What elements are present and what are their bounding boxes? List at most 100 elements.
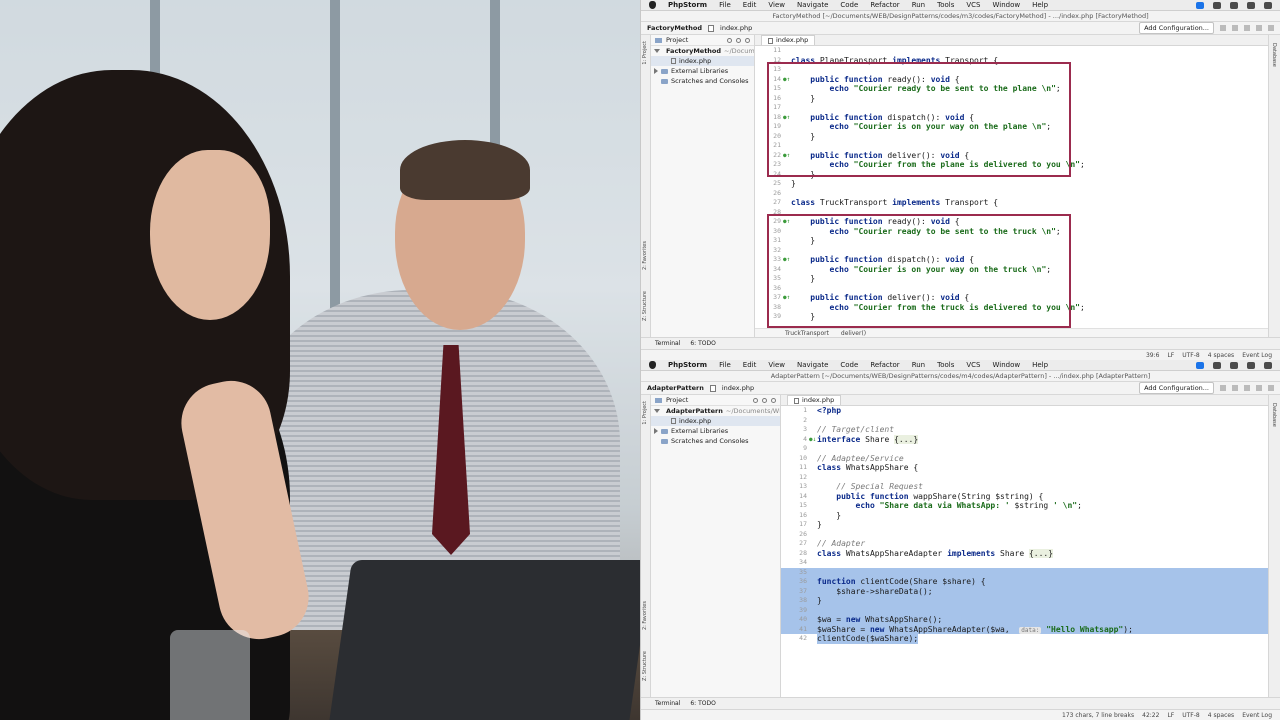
line-separator[interactable]: LF [1167,352,1174,359]
tool-tab-structure[interactable]: Z: Structure [642,291,648,321]
wifi-icon[interactable] [1213,361,1221,369]
line-number[interactable]: 35 [781,568,807,578]
line-separator[interactable]: LF [1167,712,1174,719]
code-line[interactable]: 15 echo "Share data via WhatsApp: ' $str… [781,501,1268,511]
stop-icon[interactable] [1256,385,1262,391]
tree-item-scratches[interactable]: Scratches and Consoles [651,76,754,86]
dropbox-icon[interactable] [1196,1,1204,9]
apple-icon[interactable] [649,1,656,9]
event-log-button[interactable]: Event Log [1242,712,1272,719]
line-number[interactable]: 13 [781,482,807,492]
code-line[interactable]: 10 // Adaptee/Service [781,454,1268,464]
line-number[interactable]: 16 [781,511,807,521]
editor-tab-index-php[interactable]: index.php [761,35,816,45]
debug-icon[interactable] [1232,25,1238,31]
code-text[interactable]: $wa = new WhatsAppShare(); [817,615,942,625]
tool-tab-project[interactable]: 1: Project [642,41,648,65]
nav-project[interactable]: FactoryMethod [647,24,702,32]
code-text[interactable]: class WhatsAppShareAdapter implements Sh… [817,548,1054,559]
caret-position[interactable]: 39:6 [1146,352,1159,359]
expand-arrow-icon[interactable] [654,409,660,413]
code-text[interactable]: // Target/client [817,425,894,435]
menu-vcs[interactable]: VCS [966,1,980,9]
line-number[interactable]: 40 [781,615,807,625]
menu-navigate[interactable]: Navigate [797,361,828,369]
add-configuration-button[interactable]: Add Configuration... [1139,22,1214,34]
code-line[interactable]: 2 [781,416,1268,426]
project-view-selector[interactable]: Project [666,396,688,404]
tool-button-todo[interactable]: 6: TODO [690,700,715,707]
dropbox-icon[interactable] [1196,361,1204,369]
code-line[interactable]: 4 ●↓ interface Share {...} [781,434,1268,445]
tool-tab-structure[interactable]: Z: Structure [642,651,648,681]
menu-edit[interactable]: Edit [743,1,757,9]
breadcrumb-class[interactable]: TruckTransport [785,330,829,337]
collapse-icon[interactable] [762,397,767,403]
code-line[interactable]: 9 [781,444,1268,454]
code-text[interactable]: // Special Request [817,482,923,492]
line-number[interactable]: 4 [781,435,807,445]
code-editor[interactable]: index.php 1 <?php 2 3 // Target/client 4 ●↓ int… [781,395,1268,697]
code-line[interactable]: 37 $share->shareData(); [781,586,1268,596]
menu-navigate[interactable]: Navigate [797,1,828,9]
menu-refactor[interactable]: Refactor [870,1,899,9]
line-number[interactable]: 11 [781,463,807,473]
nav-file[interactable]: index.php [722,384,754,392]
code-line[interactable]: 41 $waShare = new WhatsAppShareAdapter($w… [781,624,1268,634]
implements-marker-icon[interactable]: ●↓ [809,435,816,445]
code-area[interactable]: 1 <?php 2 3 // Target/client 4 ●↓ interface Sha… [781,406,1268,688]
locate-icon[interactable] [727,37,732,43]
caret-position[interactable]: 42:22 [1142,712,1159,719]
code-text[interactable]: class TruckTransport implements Transpor… [791,198,998,208]
locate-icon[interactable] [753,397,758,403]
menu-edit[interactable]: Edit [743,361,757,369]
code-line[interactable]: 13 // Special Request [781,482,1268,492]
menu-run[interactable]: Run [912,361,925,369]
code-text[interactable]: clientCode($waShare); [817,634,919,644]
run-icon[interactable] [1220,385,1226,391]
code-line[interactable]: 17} [781,520,1268,530]
code-line[interactable]: 35 [781,567,1268,578]
code-line[interactable]: 27 class TruckTransport implements Transp… [755,198,1268,208]
code-line[interactable]: 1 <?php [781,406,1268,416]
line-number[interactable]: 12 [781,473,807,483]
menu-code[interactable]: Code [840,1,858,9]
line-number[interactable]: 26 [755,189,781,199]
code-text[interactable]: function clientCode(Share $share) { [817,577,986,587]
code-line[interactable]: 39 [781,605,1268,615]
battery-icon[interactable] [1230,1,1238,9]
line-number[interactable]: 10 [781,454,807,464]
code-line[interactable]: 12 [781,473,1268,483]
code-line[interactable]: 3 // Target/client [781,425,1268,435]
menu-tools[interactable]: Tools [937,361,954,369]
expand-arrow-icon[interactable] [654,68,658,74]
line-number[interactable]: 34 [781,558,807,568]
nav-file[interactable]: index.php [720,24,752,32]
search-icon[interactable] [1247,1,1255,9]
menu-tools[interactable]: Tools [937,1,954,9]
coverage-icon[interactable] [1244,385,1250,391]
code-line[interactable]: 11 [755,46,1268,56]
nav-project[interactable]: AdapterPattern [647,384,704,392]
wifi-icon[interactable] [1213,1,1221,9]
tool-button-terminal[interactable]: Terminal [655,340,680,347]
editor-tab-index-php[interactable]: index.php [787,395,842,405]
line-number[interactable]: 27 [781,539,807,549]
menu-view[interactable]: View [768,1,785,9]
line-number[interactable]: 36 [781,577,807,587]
line-number[interactable]: 3 [781,425,807,435]
line-number[interactable]: 11 [755,46,781,56]
tool-tab-project[interactable]: 1: Project [642,401,648,425]
code-text[interactable]: } [817,596,822,606]
code-line[interactable]: 26 [755,189,1268,199]
code-line[interactable]: 40 $wa = new WhatsAppShare(); [781,615,1268,625]
gear-icon[interactable] [745,37,750,43]
tree-item-project-root[interactable]: FactoryMethod ~/Documents [651,46,754,56]
stop-icon[interactable] [1256,25,1262,31]
tool-tab-database[interactable]: Database [1271,43,1277,67]
coverage-icon[interactable] [1244,25,1250,31]
code-line[interactable]: 38} [781,596,1268,606]
line-number[interactable]: 17 [781,520,807,530]
code-line[interactable]: 28 class WhatsAppShareAdapter implements … [781,548,1268,559]
menu-window[interactable]: Window [993,1,1021,9]
